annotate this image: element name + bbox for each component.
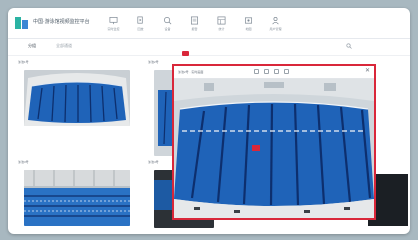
- pool-video-frame: [24, 170, 130, 226]
- tab-all-channels[interactable]: 全部通道: [56, 43, 72, 49]
- camera-label: 泳池4号: [148, 160, 159, 164]
- video-popup[interactable]: 泳池2号 · 实时画面 ✕: [172, 64, 376, 220]
- app-header: 中国·游泳馆视频监控平台 实时监控 回放 设备 报警 统计 地图 用户管理: [8, 8, 410, 39]
- nav-item-playback[interactable]: 回放: [127, 8, 154, 38]
- popup-toolbar: [254, 69, 289, 74]
- camera-tile-1[interactable]: [24, 70, 130, 126]
- zoom-icon[interactable]: [284, 69, 289, 74]
- tab-group[interactable]: 分组: [28, 43, 36, 49]
- nav-label: 用户管理: [269, 26, 282, 31]
- nav-item-user[interactable]: 用户管理: [262, 8, 289, 38]
- nav-item-device[interactable]: 设备: [154, 8, 181, 38]
- popup-titlebar: 泳池2号 · 实时画面 ✕: [174, 66, 374, 79]
- monitor-icon: [109, 16, 118, 24]
- snapshot-icon[interactable]: [254, 69, 259, 74]
- camera-label: 泳池2号: [148, 60, 159, 64]
- nav-item-stats[interactable]: 统计: [208, 8, 235, 38]
- playback-icon: [137, 16, 143, 24]
- main-nav: 实时监控 回放 设备 报警 统计 地图 用户管理: [100, 8, 289, 38]
- pool-video-frame: [24, 70, 130, 126]
- nav-label: 地图: [245, 26, 252, 31]
- popup-badge: [182, 51, 189, 56]
- stats-icon: [217, 16, 226, 24]
- view-toolbar: 分组 全部通道: [8, 39, 410, 56]
- nav-label: 统计: [218, 26, 225, 31]
- camera-tile-3[interactable]: [24, 170, 130, 226]
- nav-label: 报警: [191, 26, 198, 31]
- popup-title: 泳池2号 · 实时画面: [178, 70, 204, 74]
- record-icon[interactable]: [264, 69, 269, 74]
- app-window: 中国·游泳馆视频监控平台 实时监控 回放 设备 报警 统计 地图 用户管理 分组…: [8, 8, 410, 234]
- nav-label: 实时监控: [107, 26, 120, 31]
- nav-item-monitor[interactable]: 实时监控: [100, 8, 127, 38]
- map-icon: [244, 16, 253, 24]
- fullscreen-icon[interactable]: [274, 69, 279, 74]
- user-icon: [272, 16, 279, 24]
- nav-item-alarm[interactable]: 报警: [181, 8, 208, 38]
- alarm-icon: [190, 16, 199, 24]
- popup-video[interactable]: [174, 79, 374, 218]
- logo-icon: [15, 17, 28, 29]
- nav-label: 设备: [164, 26, 171, 31]
- close-icon[interactable]: ✕: [365, 68, 370, 74]
- nav-label: 回放: [137, 26, 144, 31]
- pool-live-frame: [174, 79, 374, 218]
- device-icon: [163, 16, 172, 24]
- app-title: 中国·游泳馆视频监控平台: [33, 19, 90, 25]
- camera-label: 泳池1号: [18, 60, 29, 64]
- camera-label: 泳池3号: [18, 160, 29, 164]
- search-icon[interactable]: [346, 43, 352, 49]
- nav-item-map[interactable]: 地图: [235, 8, 262, 38]
